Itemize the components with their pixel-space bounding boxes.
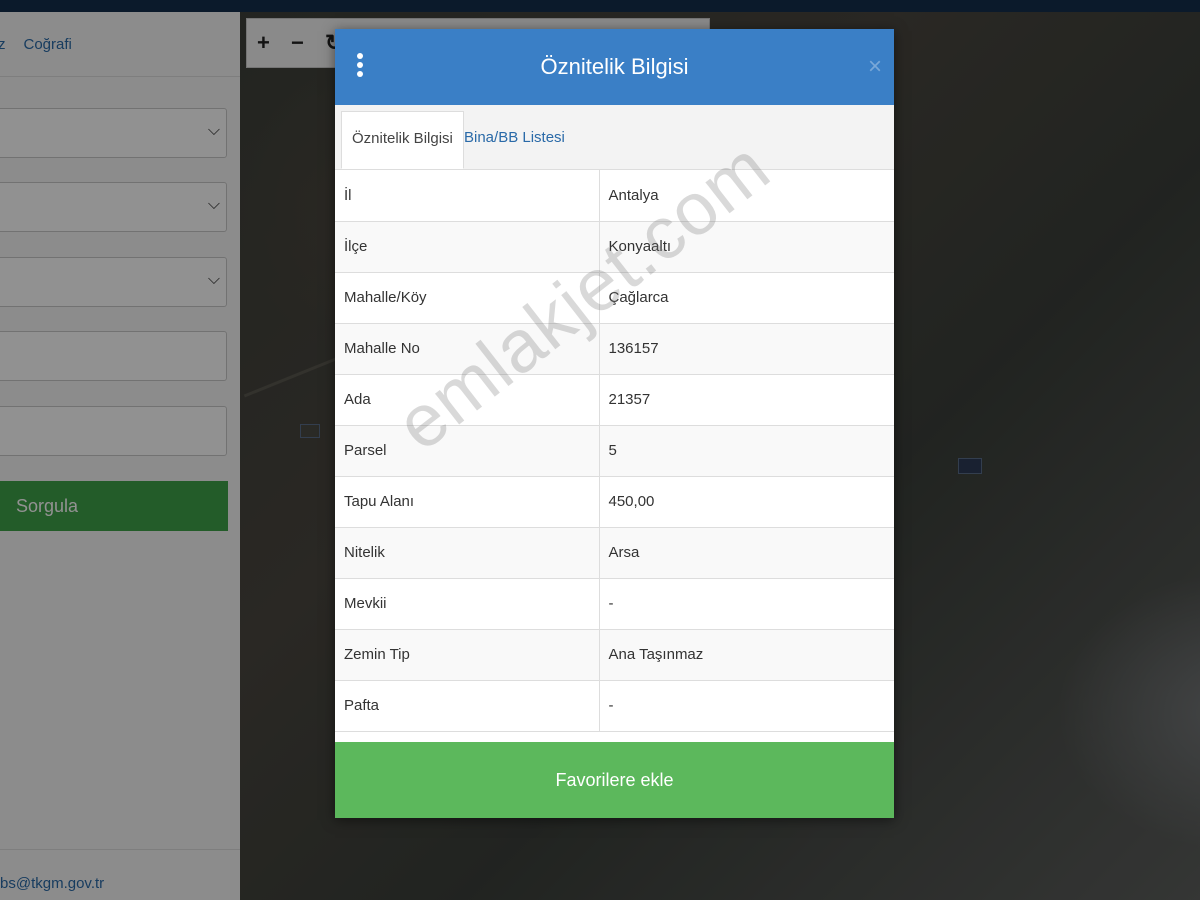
modal-title: Öznitelik Bilgisi [540, 54, 689, 79]
row-value: 21357 [599, 374, 894, 426]
page: + − ↻ z Coğrafi ⌵ ⌵ ⌵ Sorgula bs@tkgm.go… [0, 0, 1200, 900]
row-value: 450,00 [599, 476, 894, 528]
modal-tabs: Öznitelik Bilgisi Bina/BB Listesi [335, 105, 894, 170]
kebab-menu-icon[interactable] [357, 53, 365, 81]
modal-header: Öznitelik Bilgisi × [335, 29, 894, 105]
table-row: Mevkii - [335, 578, 894, 630]
table-row: Zemin Tip Ana Taşınmaz [335, 629, 894, 681]
tab-attribute-info[interactable]: Öznitelik Bilgisi [341, 111, 464, 169]
table-row: Pafta - [335, 680, 894, 732]
row-value: 136157 [599, 323, 894, 375]
row-key: Mevkii [335, 578, 600, 630]
row-value: 5 [599, 425, 894, 477]
table-row: Tapu Alanı 450,00 [335, 476, 894, 528]
row-value: Ana Taşınmaz [599, 629, 894, 681]
close-icon[interactable]: × [868, 53, 882, 81]
row-value: - [599, 680, 894, 732]
row-key: Zemin Tip [335, 629, 600, 681]
add-to-favorites-button[interactable]: Favorilere ekle [335, 742, 894, 818]
row-key: Nitelik [335, 527, 600, 579]
row-key: İl [335, 170, 600, 222]
row-value: - [599, 578, 894, 630]
row-value: Arsa [599, 527, 894, 579]
row-key: Pafta [335, 680, 600, 732]
row-key: Tapu Alanı [335, 476, 600, 528]
table-row: İl Antalya [335, 170, 894, 222]
table-row: Nitelik Arsa [335, 527, 894, 579]
top-bar [0, 0, 1200, 12]
table-row: Mahalle No 136157 [335, 323, 894, 375]
tab-building-list[interactable]: Bina/BB Listesi [454, 111, 575, 169]
